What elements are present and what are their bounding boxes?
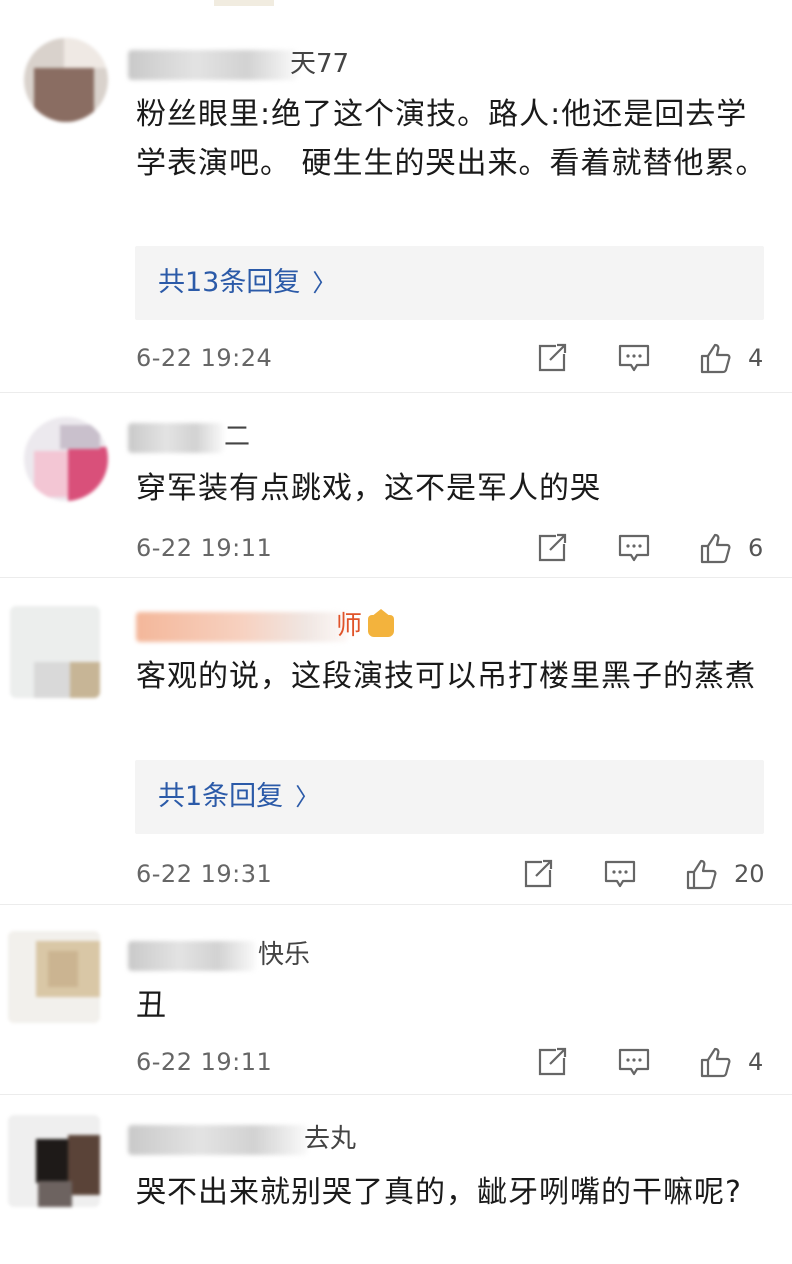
username-suffix: 师 xyxy=(336,606,395,646)
vip-crown-icon xyxy=(368,609,395,637)
username-suffix: 快乐 xyxy=(258,940,311,970)
chevron-right-icon: 〉 xyxy=(295,783,320,811)
comment-meta: 6-22 19:31 20 xyxy=(136,854,776,894)
comment-icon[interactable] xyxy=(618,532,650,564)
like-count: 6 xyxy=(748,534,764,562)
comment-meta: 6-22 19:24 4 xyxy=(136,338,776,378)
timestamp: 6-22 19:11 xyxy=(136,534,273,562)
comment-text: 粉丝眼里:绝了这个演技。路人:他还是回去学学表演吧。 硬生生的哭出来。看着就替他… xyxy=(136,97,767,181)
thumbs-up-icon[interactable] xyxy=(686,858,718,890)
timestamp: 6-22 19:11 xyxy=(136,1048,273,1076)
share-icon[interactable] xyxy=(536,342,568,374)
comment-meta: 6-22 19:11 6 xyxy=(136,528,776,568)
username[interactable]: 天77 xyxy=(128,44,448,84)
like-count: 20 xyxy=(734,860,765,888)
comment-item: 天77 粉丝眼里:绝了这个演技。路人:他还是回去学学表演吧。 硬生生的哭出来。看… xyxy=(0,0,792,392)
username[interactable]: 快乐 xyxy=(128,935,368,975)
avatar[interactable] xyxy=(24,417,108,501)
comment-text: 穿军装有点跳戏，这不是军人的哭 xyxy=(136,471,601,506)
avatar[interactable] xyxy=(8,1115,100,1207)
comment-icon[interactable] xyxy=(618,342,650,374)
share-icon[interactable] xyxy=(536,532,568,564)
comment-text: 客观的说，这段演技可以吊打楼里黑子的蒸煮 xyxy=(136,659,756,694)
chevron-right-icon: 〉 xyxy=(312,269,337,297)
comment-icon[interactable] xyxy=(604,858,636,890)
timestamp: 6-22 19:24 xyxy=(136,344,273,372)
username[interactable]: 二 xyxy=(128,417,368,457)
thumbs-up-icon[interactable] xyxy=(700,1046,732,1078)
username-suffix: 二 xyxy=(224,422,251,452)
username-suffix: 天77 xyxy=(290,49,350,79)
comment-text: 哭不出来就别哭了真的，龇牙咧嘴的干嘛呢? xyxy=(136,1175,742,1210)
avatar[interactable] xyxy=(8,931,100,1023)
like-count: 4 xyxy=(748,344,764,372)
reply-summary: 共13条回复〉 xyxy=(135,246,764,320)
comment-text: 丑 xyxy=(136,988,167,1023)
view-replies-link[interactable]: 共1条回复〉 xyxy=(158,760,319,834)
timestamp: 6-22 19:31 xyxy=(136,860,273,888)
thumbs-up-icon[interactable] xyxy=(700,342,732,374)
comment-meta: 6-22 19:11 4 xyxy=(136,1042,776,1082)
username[interactable]: 去丸 xyxy=(128,1119,408,1159)
share-icon[interactable] xyxy=(522,858,554,890)
reply-summary: 共1条回复〉 xyxy=(135,760,764,834)
avatar[interactable] xyxy=(24,38,108,122)
avatar[interactable] xyxy=(10,606,100,698)
username-suffix: 去丸 xyxy=(304,1124,357,1154)
comment-icon[interactable] xyxy=(618,1046,650,1078)
comment-item: 师 客观的说，这段演技可以吊打楼里黑子的蒸煮 共1条回复〉 6-22 19:31… xyxy=(0,578,792,903)
username[interactable]: 师 xyxy=(136,606,436,646)
like-count: 4 xyxy=(748,1048,764,1076)
thumbs-up-icon[interactable] xyxy=(700,532,732,564)
view-replies-link[interactable]: 共13条回复〉 xyxy=(158,246,336,320)
share-icon[interactable] xyxy=(536,1046,568,1078)
comment-item: 二 穿军装有点跳戏，这不是军人的哭 6-22 19:11 6 xyxy=(0,393,792,575)
comment-item: 快乐 丑 6-22 19:11 4 xyxy=(0,905,792,1093)
comment-item: 去丸 哭不出来就别哭了真的，龇牙咧嘴的干嘛呢? xyxy=(0,1095,792,1264)
